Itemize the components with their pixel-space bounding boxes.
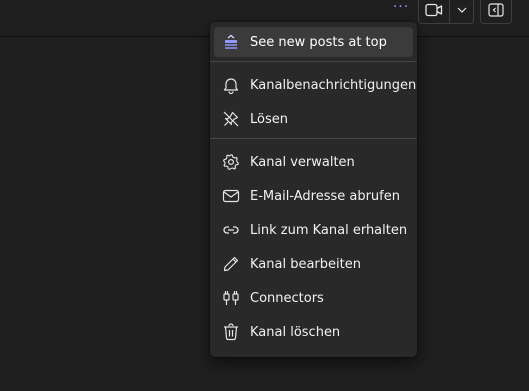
link-icon — [221, 220, 241, 240]
meet-button-group — [418, 0, 474, 24]
mail-icon — [221, 186, 241, 206]
menu-item-label: Lösen — [250, 111, 288, 127]
menu-item-unpin[interactable]: Lösen — [214, 104, 413, 134]
menu-item-connectors[interactable]: Connectors — [214, 283, 413, 313]
menu-divider — [210, 61, 417, 62]
trash-icon — [221, 322, 241, 342]
bell-icon — [221, 75, 241, 95]
menu-item-channel-notifications[interactable]: Kanalbenachrichtigungen — [214, 70, 417, 100]
more-options-button[interactable]: ··· — [389, 0, 413, 15]
menu-item-get-channel-link[interactable]: Link zum Kanal erhalten — [214, 215, 413, 245]
menu-item-get-email-address[interactable]: E-Mail-Adresse abrufen — [214, 181, 413, 211]
menu-item-delete-channel[interactable]: Kanal löschen — [214, 317, 413, 347]
pencil-icon — [221, 254, 241, 274]
menu-item-edit-channel[interactable]: Kanal bearbeiten — [214, 249, 413, 279]
unpin-icon — [221, 109, 241, 129]
menu-item-label: E-Mail-Adresse abrufen — [250, 188, 400, 204]
video-camera-icon — [425, 3, 443, 17]
menu-item-manage-channel[interactable]: Kanal verwalten — [214, 147, 413, 177]
open-panel-button[interactable] — [480, 0, 512, 24]
connector-plug-icon — [221, 288, 241, 308]
more-options-icon: ··· — [392, 0, 410, 15]
open-panel-icon — [488, 3, 504, 17]
chevron-down-icon — [457, 7, 467, 13]
gear-icon — [221, 152, 241, 172]
menu-item-label: Kanal bearbeiten — [250, 256, 361, 272]
meet-dropdown-button[interactable] — [450, 0, 473, 23]
menu-item-label: See new posts at top — [250, 34, 387, 50]
menu-divider — [210, 138, 417, 139]
menu-item-label: Kanalbenachrichtigungen — [250, 77, 417, 93]
menu-item-label: Connectors — [250, 290, 324, 306]
posts-at-top-icon — [221, 32, 241, 52]
menu-item-label: Link zum Kanal erhalten — [250, 222, 408, 238]
menu-item-label: Kanal löschen — [250, 324, 341, 340]
channel-options-menu: See new posts at top Kanalbenachrichtigu… — [210, 22, 417, 357]
meet-now-button[interactable] — [419, 0, 450, 23]
menu-item-see-new-posts-at-top[interactable]: See new posts at top — [214, 27, 413, 57]
menu-item-label: Kanal verwalten — [250, 154, 355, 170]
